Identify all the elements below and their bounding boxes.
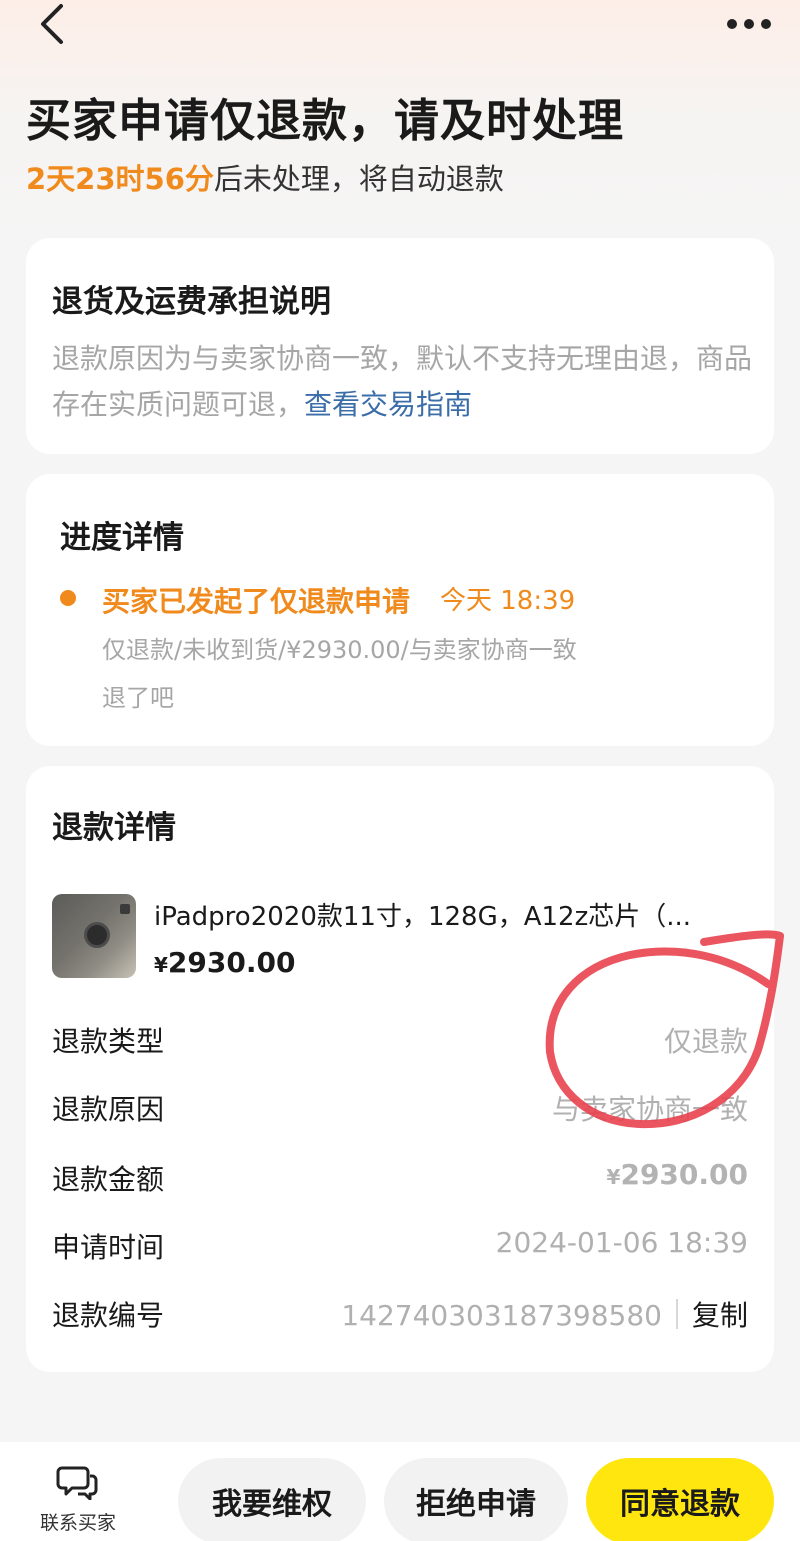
appeal-button[interactable]: 我要维权	[178, 1458, 366, 1541]
more-button[interactable]	[724, 6, 774, 42]
contact-buyer-label: 联系买家	[39, 1512, 116, 1534]
copy-button[interactable]: 复制	[692, 1299, 748, 1332]
currency-symbol: ¥	[606, 1165, 621, 1189]
currency-symbol: ¥	[154, 953, 168, 977]
trade-guide-link[interactable]: 查看交易指南	[304, 388, 472, 421]
policy-card: 退货及运费承担说明 退款原因为与卖家协商一致，默认不支持无理由退，商品存在实质问…	[26, 238, 774, 454]
row-value: 仅退款	[663, 1025, 748, 1058]
status-dot-icon	[60, 590, 76, 606]
chat-bubble-icon	[56, 1466, 98, 1501]
reject-button[interactable]: 拒绝申请	[384, 1458, 568, 1541]
refund-detail-card: 退款详情 iPadpro2020款11寸，128G，A12z芯片（... ¥29…	[26, 766, 774, 1372]
row-label: 退款编号	[52, 1299, 165, 1332]
policy-text: 退款原因为与卖家协商一致，默认不支持无理由退，商品存在实质问题可退，查看交易指南	[52, 336, 752, 428]
row-label: 退款金额	[52, 1163, 165, 1196]
buyer-note: 退了吧	[102, 684, 174, 712]
back-arrow-icon	[41, 4, 63, 44]
divider	[675, 1299, 678, 1329]
row-value: ¥2930.00	[607, 1158, 748, 1191]
amount-value: 2930.00	[620, 1158, 748, 1191]
refund-reason-row: 退款原因 与卖家协商一致	[52, 1088, 748, 1132]
apply-time-row: 申请时间 2024-01-06 18:39	[52, 1226, 748, 1270]
row-value: 与卖家协商一致	[551, 1093, 748, 1126]
top-bar	[0, 0, 800, 56]
row-label: 退款类型	[52, 1025, 165, 1058]
back-button[interactable]	[28, 2, 76, 46]
product-title[interactable]: iPadpro2020款11寸，128G，A12z芯片（...	[154, 896, 744, 933]
more-dots-icon	[727, 19, 771, 29]
row-label: 申请时间	[52, 1231, 165, 1264]
camera-module	[120, 904, 130, 914]
row-value: 1427403031873985​80 复制	[341, 1294, 748, 1334]
contact-buyer-button[interactable]: 联系买家	[28, 1464, 128, 1535]
row-label: 退款原因	[52, 1093, 165, 1126]
refund-amount-row: 退款金额 ¥2930.00	[52, 1158, 748, 1202]
product-thumbnail[interactable]	[52, 894, 136, 978]
refund-number: 1427403031873985​80	[341, 1299, 662, 1332]
auto-refund-notice: 2天23时56分后未处理，将自动退款	[26, 156, 504, 198]
policy-title: 退货及运费承担说明	[52, 284, 331, 320]
row-value: 2024-01-06 18:39	[495, 1226, 748, 1259]
countdown-timer: 2天23时56分	[26, 162, 214, 196]
refund-detail-title: 退款详情	[52, 810, 176, 846]
page-title: 买家申请仅退款，请及时处理	[26, 94, 625, 147]
price-value: 2930.00	[167, 946, 296, 979]
progress-title: 进度详情	[60, 520, 184, 556]
refund-number-row: 退款编号 1427403031873985​80 复制	[52, 1294, 748, 1338]
progress-card: 进度详情 买家已发起了仅退款申请 今天 18:39 仅退款/未收到货/¥2930…	[26, 474, 774, 746]
progress-detail: 仅退款/未收到货/¥2930.00/与卖家协商一致	[102, 636, 577, 664]
agree-refund-button[interactable]: 同意退款	[586, 1458, 774, 1541]
product-price: ¥2930.00	[154, 946, 295, 979]
bottom-action-bar: 联系买家 我要维权 拒绝申请 同意退款	[0, 1442, 800, 1541]
camera-lens	[84, 922, 110, 948]
countdown-suffix: 后未处理，将自动退款	[213, 162, 504, 196]
progress-time: 今天 18:39	[440, 586, 576, 616]
refund-type-row: 退款类型 仅退款	[52, 1020, 748, 1064]
progress-status: 买家已发起了仅退款申请	[102, 585, 411, 618]
